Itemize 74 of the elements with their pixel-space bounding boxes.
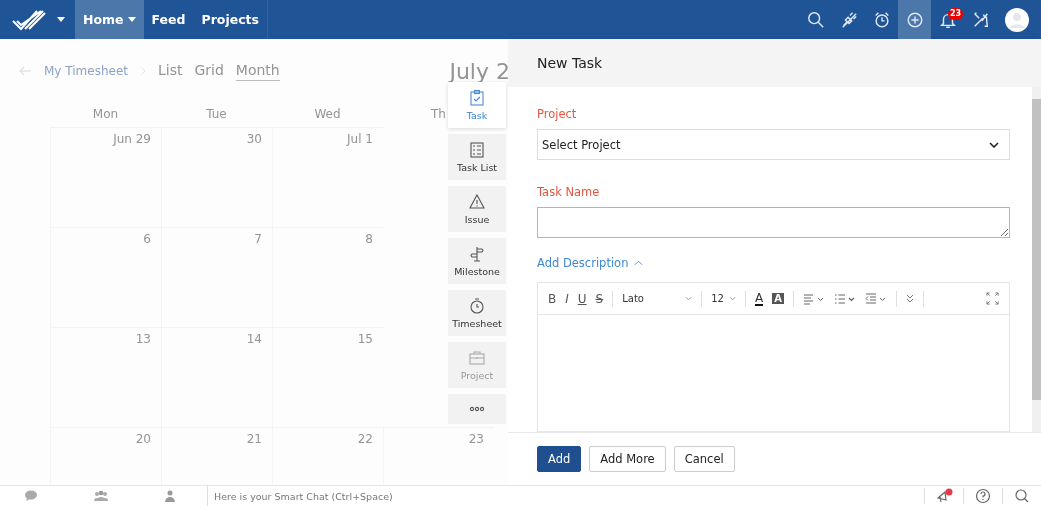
text-color-button[interactable]: A	[754, 291, 764, 306]
create-option[interactable]: Issue	[448, 186, 506, 232]
secondary-button[interactable]: Add More	[589, 446, 666, 472]
month-title: July 2	[449, 58, 508, 84]
search-icon[interactable]	[1013, 488, 1031, 504]
date-number: 23	[468, 432, 484, 446]
signpost-icon	[468, 245, 486, 263]
date-number: 15	[357, 332, 373, 346]
font-size-dropdown[interactable]: 12	[711, 293, 736, 304]
weekday-label: Tue	[206, 107, 227, 121]
group-icon[interactable]	[93, 490, 109, 502]
more-tools-icon[interactable]	[905, 293, 914, 304]
nav-tab[interactable]: Projects	[193, 0, 267, 39]
date-number: Jun 29	[113, 132, 151, 146]
italic-button[interactable]: I	[565, 291, 569, 306]
date-number: 21	[246, 432, 262, 446]
person-icon[interactable]	[164, 490, 176, 502]
underline-button[interactable]: U	[577, 291, 587, 306]
add-icon[interactable]	[905, 10, 924, 29]
caret-icon[interactable]	[57, 17, 65, 22]
megaphone-icon[interactable]	[935, 488, 953, 504]
create-option[interactable]: Milestone	[448, 238, 506, 284]
project-select[interactable]: Select Project	[537, 129, 1010, 160]
warning-icon	[468, 193, 486, 211]
help-icon[interactable]	[974, 488, 992, 504]
alarm-clock-icon[interactable]	[872, 10, 891, 29]
briefcase-icon	[468, 349, 486, 367]
font-dropdown[interactable]: Lato	[622, 293, 693, 304]
date-number: 6	[143, 232, 151, 246]
weekday-label: Wed	[314, 107, 341, 121]
date-number: Jul 1	[347, 132, 373, 146]
plug-icon[interactable]	[839, 10, 858, 29]
smart-chat-field[interactable]: Here is your Smart Chat (Ctrl+Space)	[207, 485, 924, 506]
date-number: 30	[246, 132, 262, 146]
strikethrough-button[interactable]: S	[595, 291, 604, 306]
bold-button[interactable]: B	[548, 291, 557, 306]
chevron-down-icon	[685, 296, 693, 301]
date-number: 7	[254, 232, 262, 246]
avatar-icon[interactable]	[1005, 7, 1029, 32]
date-number: 20	[135, 432, 151, 446]
toolbar-button[interactable]	[898, 0, 931, 39]
field-label: Project	[537, 107, 578, 121]
weekday-label: Th	[431, 107, 446, 121]
scrollbar[interactable]	[1032, 87, 1041, 432]
description-editor[interactable]: B I U S Lato 12 A A	[537, 282, 1010, 432]
task-name-field[interactable]	[537, 207, 1010, 238]
date-number: 8	[365, 232, 373, 246]
create-option[interactable]: Task	[448, 82, 506, 128]
notification-count: 23	[948, 8, 964, 20]
create-option[interactable]: Timesheet	[448, 290, 506, 336]
highlight-button[interactable]: A	[772, 293, 784, 304]
date-number: 14	[246, 332, 262, 346]
clipboard-check-icon	[468, 89, 486, 107]
fullscreen-icon[interactable]	[986, 292, 999, 305]
add-button[interactable]: Add	[537, 446, 582, 472]
nav-tab[interactable]: Feed	[143, 0, 194, 39]
date-number: 22	[357, 432, 373, 446]
toolbar-button[interactable]: 23	[931, 0, 964, 39]
secondary-button[interactable]: Cancel	[673, 446, 735, 472]
tools-icon[interactable]	[971, 10, 990, 29]
caret-icon[interactable]	[127, 17, 136, 22]
checklist-icon	[468, 141, 486, 159]
stopwatch-icon	[468, 297, 486, 315]
panel-title: New Task	[537, 55, 603, 71]
add-description-link[interactable]: Add Description	[537, 256, 1010, 270]
field-label: Task Name	[537, 185, 601, 199]
create-option[interactable]: Task List	[448, 134, 506, 180]
chevron-down-icon	[728, 296, 736, 301]
weekday-label: Mon	[92, 107, 119, 121]
nav-tab[interactable]: Home	[75, 0, 144, 39]
search-icon[interactable]	[806, 10, 825, 29]
chevron-icon	[634, 260, 644, 266]
chevron-down-icon	[989, 141, 999, 148]
date-number: 13	[135, 332, 151, 346]
